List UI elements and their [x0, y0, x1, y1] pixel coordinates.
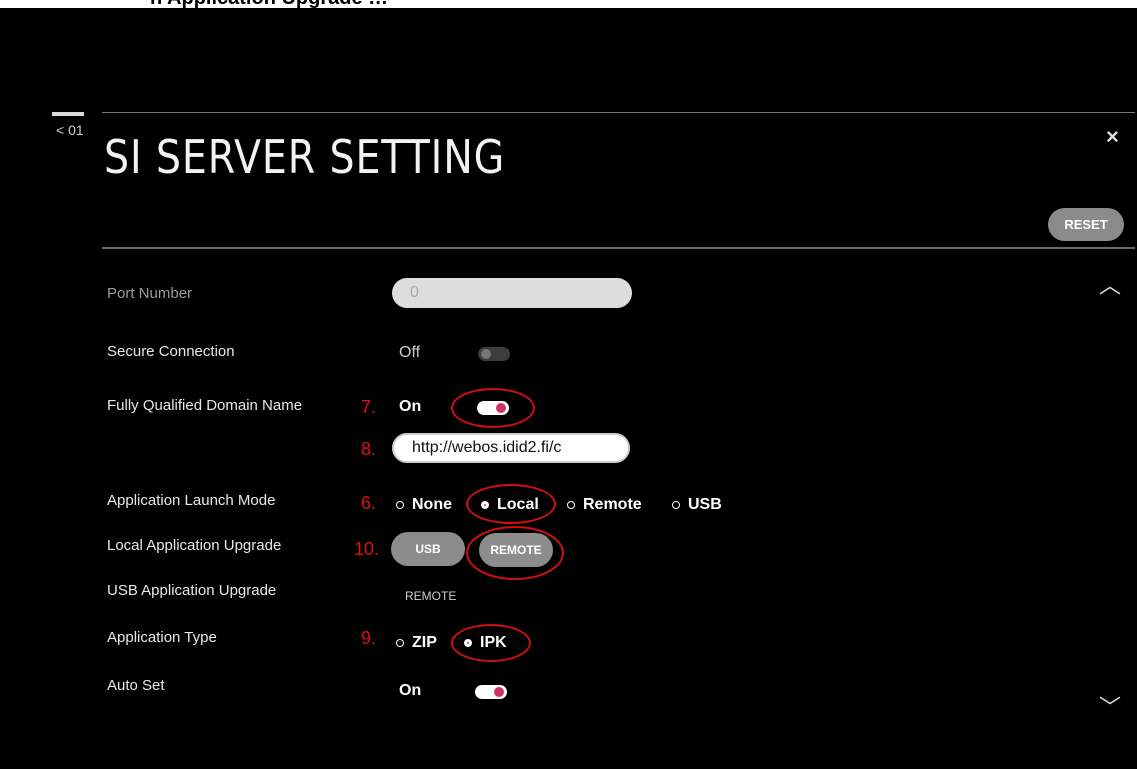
section-divider: [102, 247, 1135, 249]
radio-icon: [672, 501, 680, 509]
fqdn-state: On: [399, 398, 422, 415]
radio-icon: [396, 501, 404, 509]
local-upgrade-usb-button[interactable]: USB: [391, 532, 465, 566]
page-indicator-bar: [52, 112, 84, 116]
annotation-circle-6: [466, 484, 556, 524]
top-strip-text: n Application Upgrade …: [150, 0, 388, 8]
secure-connection-toggle[interactable]: [478, 347, 510, 361]
radio-icon: [567, 501, 575, 509]
annotation-circle-9: [451, 624, 531, 662]
app-type-label: Application Type: [107, 629, 217, 646]
port-number-label: Port Number: [107, 285, 193, 302]
radio-icon: [396, 639, 404, 647]
launch-mode-radio-remote[interactable]: Remote: [567, 496, 642, 514]
usb-upgrade-label: USB Application Upgrade: [107, 582, 277, 599]
tv-screen: [8, 8, 1137, 769]
back-page-button[interactable]: < 01: [56, 122, 84, 138]
port-number-input[interactable]: 0: [392, 278, 632, 308]
toggle-knob: [481, 349, 491, 359]
annotation-10: 10.: [354, 539, 380, 559]
annotation-9: 9.: [361, 628, 377, 648]
radio-label: Remote: [583, 496, 642, 513]
radio-label: None: [412, 496, 452, 513]
launch-mode-radio-usb[interactable]: USB: [672, 496, 722, 514]
usb-upgrade-remote-button[interactable]: REMOTE: [405, 589, 456, 603]
fqdn-url-input[interactable]: http://webos.idid2.fi/c: [392, 433, 630, 463]
fqdn-label: Fully Qualified Domain Name: [107, 397, 303, 414]
launch-mode-label: Application Launch Mode: [107, 492, 276, 509]
secure-connection-state: Off: [399, 344, 421, 361]
app-type-radio-zip[interactable]: ZIP: [396, 634, 437, 652]
annotation-circle-7: [451, 388, 535, 428]
toggle-knob: [494, 687, 504, 697]
annotation-8: 8.: [361, 439, 377, 459]
reset-button[interactable]: RESET: [1048, 208, 1124, 241]
auto-set-label: Auto Set: [107, 677, 165, 694]
launch-mode-radio-none[interactable]: None: [396, 496, 452, 514]
radio-label: USB: [688, 496, 722, 513]
page-title: SI SERVER SETTING: [104, 130, 506, 184]
annotation-circle-10: [466, 526, 564, 580]
annotation-6: 6.: [361, 493, 377, 513]
close-icon[interactable]: ×: [1106, 124, 1119, 150]
chevron-up-icon[interactable]: ︿: [1099, 268, 1121, 300]
radio-label: ZIP: [412, 634, 437, 651]
top-strip: n Application Upgrade …: [0, 0, 1137, 8]
annotation-7: 7.: [361, 397, 377, 417]
auto-set-toggle[interactable]: [475, 685, 507, 699]
auto-set-state: On: [399, 682, 422, 699]
header-divider: [102, 112, 1135, 113]
local-upgrade-label: Local Application Upgrade: [107, 537, 282, 554]
chevron-down-icon[interactable]: ﹀: [1099, 690, 1121, 722]
secure-connection-label: Secure Connection: [107, 343, 235, 360]
